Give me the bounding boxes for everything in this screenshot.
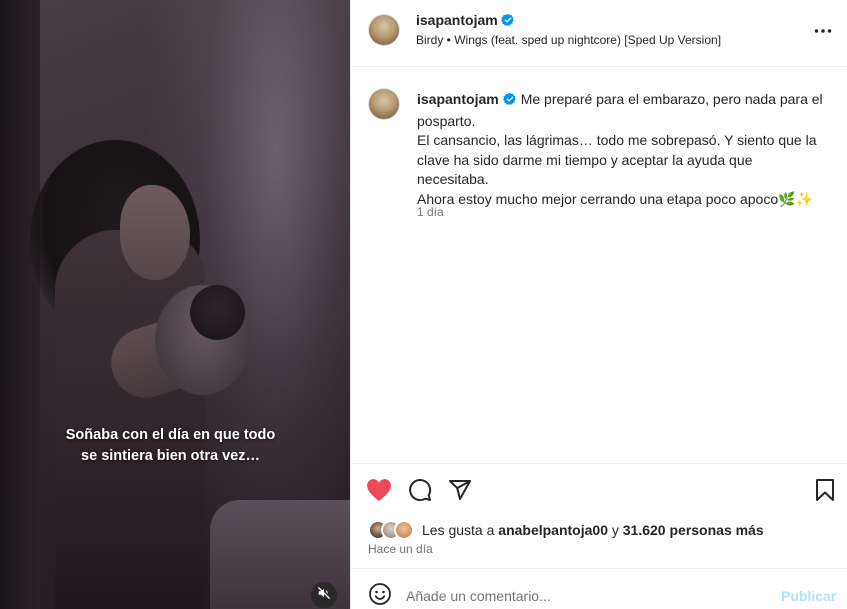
caption-line: Me preparé para el embarazo, pero nada p… xyxy=(520,91,823,107)
post-actions: Les gusta a anabelpantoja00 y 31.620 per… xyxy=(351,463,847,568)
publish-button[interactable]: Publicar xyxy=(781,588,836,604)
post-video[interactable]: Soñaba con el día en que todo se sintier… xyxy=(0,0,350,609)
video-scene-mother xyxy=(55,230,205,609)
video-scene-baby-head xyxy=(190,285,245,340)
liker-avatars xyxy=(368,520,420,540)
paper-plane-icon xyxy=(448,478,472,507)
comment-button[interactable] xyxy=(407,478,433,507)
caption-comment: isapantojam Me preparé para el embarazo, … xyxy=(351,68,847,463)
save-button[interactable] xyxy=(812,478,838,507)
likes-conjunction: y xyxy=(607,522,623,538)
share-button[interactable] xyxy=(447,479,473,505)
likes-text: Les gusta a anabelpantoja00 y 31.620 per… xyxy=(422,522,764,538)
caption-text: isapantojam Me preparé para el embarazo, … xyxy=(417,90,835,209)
likes-prefix: Les gusta a xyxy=(422,522,499,538)
author-username-row: isapantojam xyxy=(416,12,515,30)
caption-author-avatar[interactable] xyxy=(368,88,400,120)
comment-bubble-icon xyxy=(408,478,432,507)
mute-toggle-button[interactable] xyxy=(311,582,337,608)
add-comment-bar: Publicar xyxy=(351,568,847,609)
liker-avatar xyxy=(394,520,414,540)
post-details-panel: isapantojam Birdy • Wings (feat. sped up… xyxy=(350,0,847,609)
heart-icon xyxy=(366,478,392,507)
bookmark-icon xyxy=(814,478,836,507)
video-caption: Soñaba con el día en que todo se sintier… xyxy=(65,427,276,464)
more-options-icon xyxy=(814,21,832,39)
caption-line: clave ha sido darme mi tiempo y aceptar … xyxy=(417,151,753,168)
video-scene-door xyxy=(0,0,40,609)
comment-input[interactable] xyxy=(406,581,766,609)
caption-age: 1 día xyxy=(417,205,444,219)
post-header: isapantojam Birdy • Wings (feat. sped up… xyxy=(351,0,847,67)
likes-count[interactable]: 31.620 personas más xyxy=(623,522,764,538)
liker-username[interactable]: anabelpantoja00 xyxy=(498,522,608,538)
author-username[interactable]: isapantojam xyxy=(416,12,498,28)
like-button[interactable] xyxy=(366,478,392,507)
post-date[interactable]: Hace un día xyxy=(368,542,433,556)
more-options-button[interactable] xyxy=(813,20,833,40)
caption-line: posparto. xyxy=(417,112,476,129)
verified-badge-icon xyxy=(500,13,515,30)
audio-track-link[interactable]: Birdy • Wings (feat. sped up nightcore) … xyxy=(416,33,721,47)
verified-badge-icon xyxy=(502,92,517,112)
caption-line: El cansancio, las lágrimas… todo me sobr… xyxy=(417,132,817,148)
caption-author-username[interactable]: isapantojam xyxy=(417,91,499,107)
author-avatar[interactable] xyxy=(368,14,400,46)
caption-line: necesitaba. xyxy=(417,171,489,187)
video-scene-face xyxy=(120,185,190,280)
muted-speaker-icon xyxy=(317,586,331,605)
caption-line: Ahora estoy mucho mejor cerrando una eta… xyxy=(417,190,813,207)
smiley-icon xyxy=(368,582,392,609)
emoji-button[interactable] xyxy=(368,582,392,609)
likes-summary[interactable]: Les gusta a anabelpantoja00 y 31.620 per… xyxy=(368,519,764,541)
